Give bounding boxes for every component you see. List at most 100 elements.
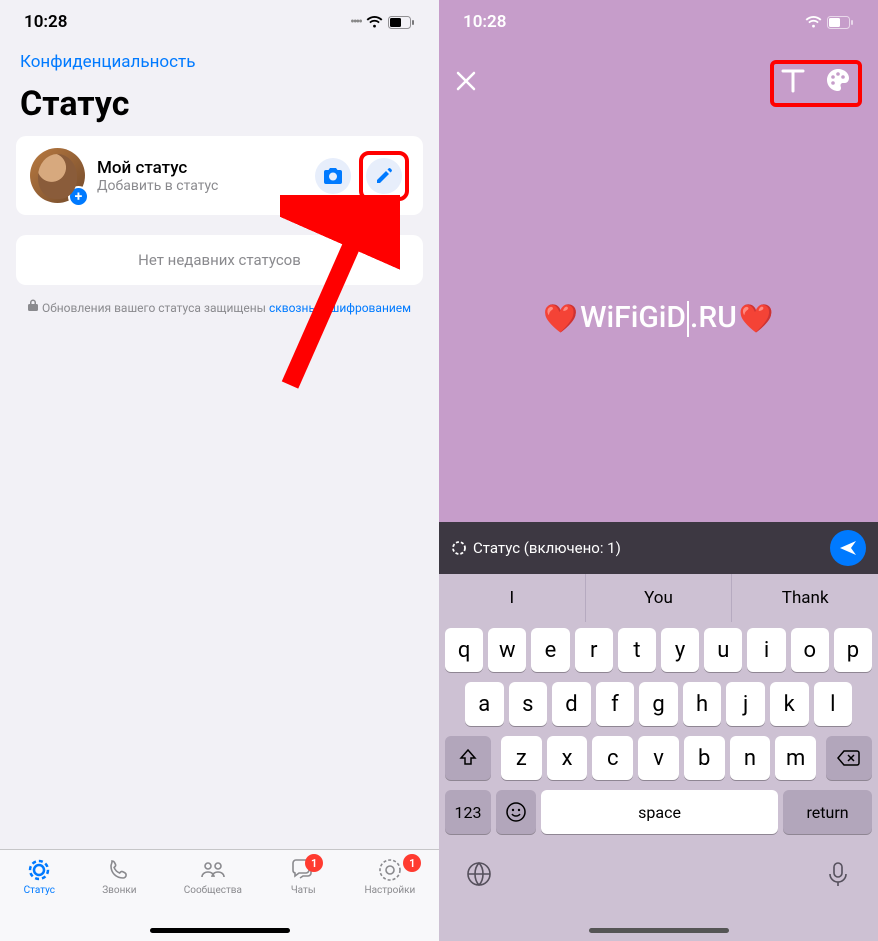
encryption-note: Обновления вашего статуса защищены сквоз…: [0, 285, 439, 317]
tab-status-label: Статус: [24, 885, 55, 896]
gear-icon: [377, 856, 403, 884]
tab-communities-label: Сообщества: [184, 885, 242, 896]
tab-chats-label: Чаты: [291, 885, 316, 896]
emoji-key[interactable]: [496, 790, 536, 834]
key-d[interactable]: d: [552, 682, 591, 726]
key-r[interactable]: r: [575, 628, 613, 672]
plus-icon: +: [68, 186, 89, 207]
text-tool-button[interactable]: [780, 66, 806, 101]
dictation-button[interactable]: [824, 860, 852, 892]
suggestion[interactable]: I: [439, 574, 586, 622]
wifi-icon: [366, 16, 383, 29]
send-button[interactable]: [830, 530, 866, 566]
globe-icon: [465, 860, 493, 888]
palette-tool-button[interactable]: [824, 66, 852, 101]
key-z[interactable]: z: [501, 736, 542, 780]
encryption-link[interactable]: сквозным шифрованием: [269, 301, 411, 315]
key-u[interactable]: u: [704, 628, 742, 672]
key-e[interactable]: e: [531, 628, 569, 672]
key-c[interactable]: c: [592, 736, 633, 780]
tab-calls-label: Звонки: [102, 885, 136, 896]
tab-chats[interactable]: Чаты 1: [289, 856, 317, 941]
status-bar: 10:28 ••••: [0, 0, 439, 44]
battery-icon: [827, 16, 854, 29]
tab-status[interactable]: Статус: [24, 856, 55, 941]
send-bar: Статус (включено: 1): [439, 522, 878, 574]
key-s[interactable]: s: [509, 682, 548, 726]
keyboard-row-1: qwertyuiop: [445, 628, 872, 672]
key-v[interactable]: v: [638, 736, 679, 780]
key-p[interactable]: p: [834, 628, 872, 672]
editor-toolbar: [439, 48, 878, 119]
text-icon: [780, 66, 806, 94]
backspace-key[interactable]: [826, 736, 872, 780]
key-q[interactable]: q: [445, 628, 483, 672]
key-y[interactable]: y: [661, 628, 699, 672]
status-text-input[interactable]: ❤️ WiFiGiD.RU ❤️: [439, 300, 878, 337]
privacy-link[interactable]: Конфиденциальность: [0, 44, 439, 80]
globe-button[interactable]: [465, 860, 493, 892]
status-screen: 10:28 •••• Конфиденциальность Статус + М…: [0, 0, 439, 941]
clock: 10:28: [463, 12, 506, 32]
send-icon: [838, 538, 858, 558]
key-l[interactable]: l: [814, 682, 853, 726]
suggestion[interactable]: Thank: [732, 574, 878, 622]
space-key[interactable]: space: [541, 790, 778, 834]
encryption-text: Обновления вашего статуса защищены сквоз…: [42, 299, 411, 317]
key-a[interactable]: a: [465, 682, 504, 726]
key-k[interactable]: k: [770, 682, 809, 726]
suggestion[interactable]: You: [586, 574, 733, 622]
shift-icon: [458, 748, 478, 768]
home-indicator[interactable]: [589, 928, 729, 933]
key-h[interactable]: h: [683, 682, 722, 726]
audience-chip[interactable]: Статус (включено: 1): [451, 539, 621, 557]
mic-icon: [824, 860, 852, 888]
key-i[interactable]: i: [747, 628, 785, 672]
key-x[interactable]: x: [547, 736, 588, 780]
numbers-key[interactable]: 123: [445, 790, 491, 834]
keyboard-row-2: asdfghjkl: [445, 682, 872, 726]
home-indicator[interactable]: [150, 928, 290, 933]
key-t[interactable]: t: [618, 628, 656, 672]
emoji-icon: [505, 801, 527, 823]
avatar: +: [30, 148, 85, 203]
clock: 10:28: [24, 12, 67, 32]
tab-calls[interactable]: Звонки: [102, 856, 136, 941]
key-j[interactable]: j: [726, 682, 765, 726]
highlight-tools: [770, 60, 862, 107]
return-key[interactable]: return: [783, 790, 872, 834]
status-editor-screen: 10:28 ❤️ WiFiGiD.RU ❤️ Статус (включ: [439, 0, 878, 941]
keyboard: I You Thank qwertyuiop asdfghjkl zxcvbnm…: [439, 574, 878, 941]
settings-badge: 1: [403, 854, 421, 872]
heart-icon: ❤️: [543, 302, 578, 335]
my-status-text: Мой статус Добавить в статус: [97, 158, 307, 194]
key-g[interactable]: g: [639, 682, 678, 726]
key-n[interactable]: n: [730, 736, 771, 780]
key-m[interactable]: m: [775, 736, 816, 780]
my-status-title: Мой статус: [97, 158, 307, 178]
camera-button[interactable]: [315, 158, 351, 194]
tab-bar: Статус Звонки Сообщества Чаты 1 Настро: [0, 849, 439, 941]
key-f[interactable]: f: [596, 682, 635, 726]
tab-settings[interactable]: Настройки 1: [364, 856, 415, 941]
status-bar: 10:28: [439, 0, 878, 44]
page-title: Статус: [0, 80, 439, 136]
key-b[interactable]: b: [684, 736, 725, 780]
close-button[interactable]: [455, 69, 477, 99]
key-o[interactable]: o: [791, 628, 829, 672]
keyboard-bottom: [439, 850, 878, 892]
my-status-row[interactable]: + Мой статус Добавить в статус: [16, 136, 423, 215]
key-w[interactable]: w: [488, 628, 526, 672]
highlight-edit: [359, 151, 409, 201]
audience-label: Статус (включено: 1): [473, 539, 621, 557]
status-ring-icon: [451, 540, 467, 556]
status-indicators: ••••: [350, 14, 415, 30]
shift-key[interactable]: [445, 736, 491, 780]
heart-icon: ❤️: [739, 302, 774, 335]
chats-badge: 1: [305, 854, 323, 872]
my-status-subtitle: Добавить в статус: [97, 178, 307, 194]
backspace-icon: [837, 749, 861, 767]
keyboard-row-3: zxcvbnm: [445, 736, 872, 780]
suggestion-bar: I You Thank: [439, 574, 878, 622]
edit-button[interactable]: [366, 158, 402, 194]
